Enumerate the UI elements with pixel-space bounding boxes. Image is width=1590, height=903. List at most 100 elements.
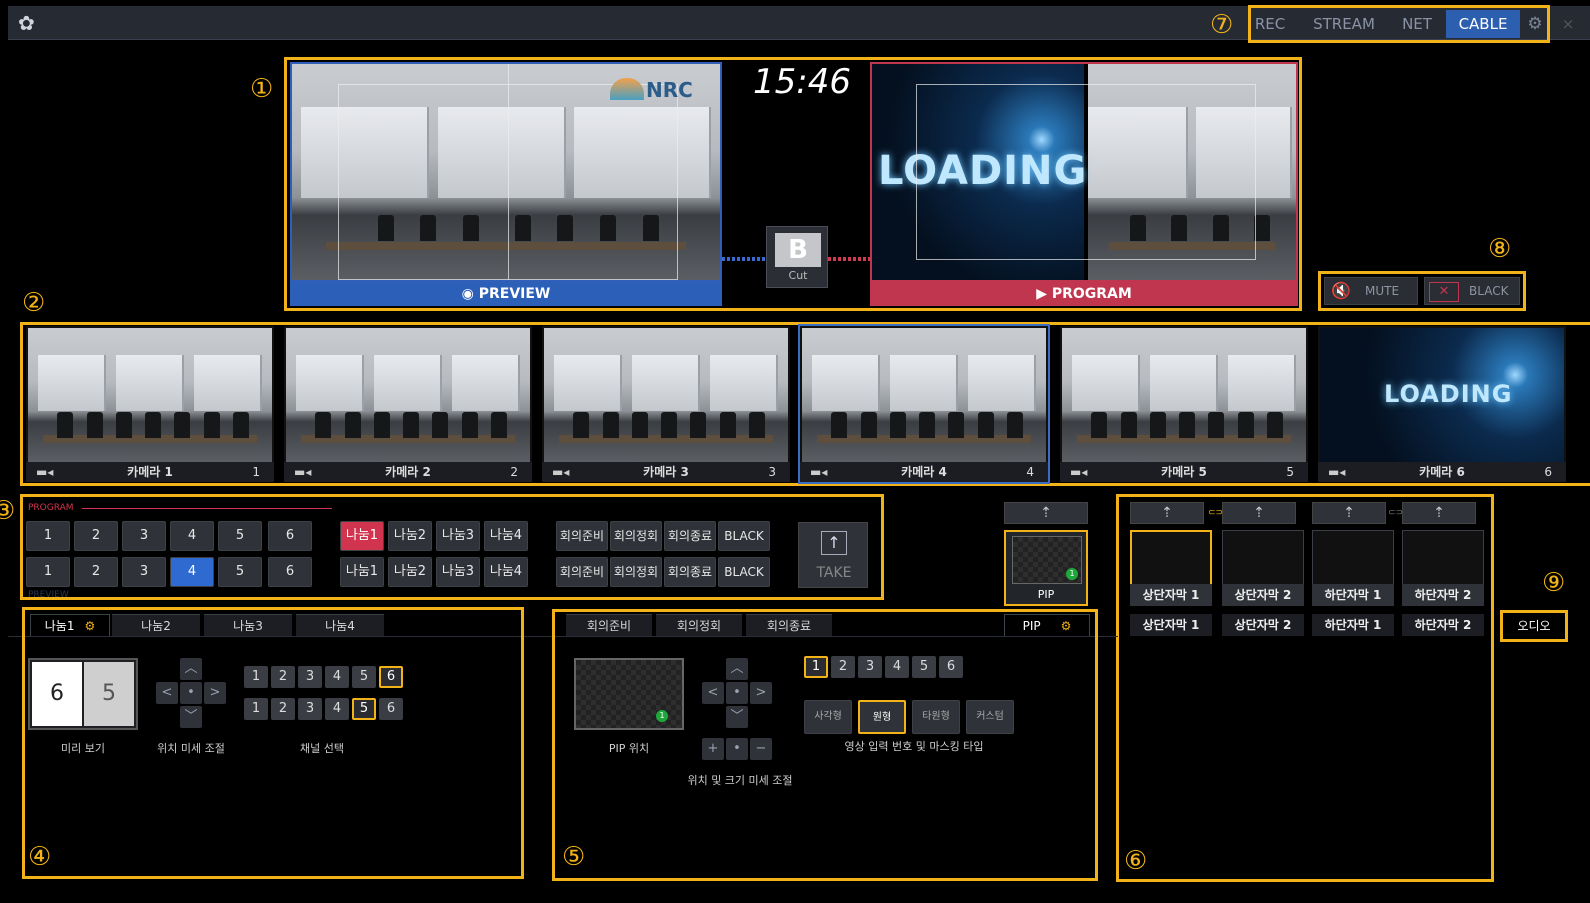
gear-icon[interactable]: ⚙ — [84, 619, 95, 633]
split-row1-channel-3[interactable]: 3 — [298, 666, 322, 688]
caption-upload-button-2[interactable]: ⇡ — [1222, 502, 1296, 524]
preview-source-2-button[interactable]: 2 — [74, 557, 118, 587]
pip-mask-1-button[interactable]: 사각형 — [804, 700, 852, 734]
preview-source-3-button[interactable]: 3 — [122, 557, 166, 587]
camera-thumbnail-5[interactable]: ▬◂ 카메라 55 — [1060, 326, 1308, 482]
pip-input-5-button[interactable]: 5 — [912, 656, 936, 678]
caption-label-2[interactable]: 상단자막 2 — [1222, 584, 1304, 606]
caption-slot-1[interactable] — [1130, 530, 1212, 586]
preview-scene-2-button[interactable]: 회의정회 — [610, 557, 662, 587]
program-scene-4-button[interactable]: BLACK — [718, 521, 770, 551]
program-split-1-button[interactable]: 나눔1 — [340, 521, 384, 551]
split-row2-channel-3[interactable]: 3 — [298, 698, 322, 720]
take-button[interactable]: ↑ TAKE — [798, 522, 868, 588]
pip-input-2-button[interactable]: 2 — [831, 656, 855, 678]
camera-thumbnail-1[interactable]: ▬◂ 카메라 11 — [26, 326, 274, 482]
pip-mask-3-button[interactable]: 타원형 — [912, 700, 960, 734]
caption-tab-2[interactable]: 상단자막 2 — [1222, 614, 1304, 636]
caption-link-icon-2[interactable]: ⊂⊃ — [1388, 508, 1403, 518]
split-center-icon[interactable]: • — [180, 682, 202, 704]
program-scene-2-button[interactable]: 회의정회 — [610, 521, 662, 551]
preview-scene-4-button[interactable]: BLACK — [718, 557, 770, 587]
program-split-3-button[interactable]: 나눔3 — [436, 521, 480, 551]
pip-down-arrow-icon[interactable]: ﹀ — [726, 706, 748, 728]
caption-upload-button-4[interactable]: ⇡ — [1402, 502, 1476, 524]
split-row1-channel-5[interactable]: 5 — [352, 666, 376, 688]
split-right-arrow-icon[interactable]: > — [204, 682, 226, 704]
pip-input-3-button[interactable]: 3 — [858, 656, 882, 678]
pip-center-icon[interactable]: • — [726, 682, 748, 704]
split-row2-channel-6[interactable]: 6 — [379, 698, 403, 720]
pip-mask-4-button[interactable]: 커스텀 — [966, 700, 1014, 734]
caption-label-1[interactable]: 상단자막 1 — [1130, 584, 1212, 606]
program-source-3-button[interactable]: 3 — [122, 521, 166, 551]
camera-thumbnail-2[interactable]: ▬◂ 카메라 22 — [284, 326, 532, 482]
split-row1-channel-1[interactable]: 1 — [244, 666, 268, 688]
program-source-2-button[interactable]: 2 — [74, 521, 118, 551]
split-tab-4[interactable]: 나눔4 — [296, 614, 384, 636]
preview-scene-1-button[interactable]: 회의준비 — [556, 557, 608, 587]
program-source-6-button[interactable]: 6 — [268, 521, 312, 551]
split-row1-channel-6[interactable]: 6 — [379, 666, 403, 688]
preview-split-1-button[interactable]: 나눔1 — [340, 557, 384, 587]
camera-thumbnail-4[interactable]: ▬◂ 카메라 44 — [798, 324, 1050, 484]
pip-panel-tab-3[interactable]: 회의종료 — [746, 614, 832, 636]
gear-icon[interactable]: ⚙ — [1061, 619, 1072, 633]
pip-plus-icon[interactable]: + — [702, 738, 724, 760]
audio-tab[interactable]: 오디오 — [1504, 614, 1564, 638]
caption-slot-2[interactable] — [1222, 530, 1304, 586]
preview-split-4-button[interactable]: 나눔4 — [484, 557, 528, 587]
pip-panel-tab-2[interactable]: 회의정회 — [656, 614, 742, 636]
caption-link-icon-1[interactable]: ⊂⊃ — [1208, 508, 1223, 518]
preview-split-3-button[interactable]: 나눔3 — [436, 557, 480, 587]
black-button[interactable]: ✕ BLACK — [1424, 277, 1520, 305]
program-scene-1-button[interactable]: 회의준비 — [556, 521, 608, 551]
pip-input-4-button[interactable]: 4 — [885, 656, 909, 678]
split-up-arrow-icon[interactable]: ︿ — [180, 658, 202, 680]
caption-slot-4[interactable] — [1402, 530, 1484, 586]
caption-label-3[interactable]: 하단자막 1 — [1312, 584, 1394, 606]
split-row2-channel-2[interactable]: 2 — [271, 698, 295, 720]
caption-tab-3[interactable]: 하단자막 1 — [1312, 614, 1394, 636]
preview-source-5-button[interactable]: 5 — [218, 557, 262, 587]
caption-upload-button-3[interactable]: ⇡ — [1312, 502, 1386, 524]
caption-slot-3[interactable] — [1312, 530, 1394, 586]
pip-panel-tab-pip[interactable]: PIP ⚙ — [1004, 614, 1090, 636]
pip-center2-icon[interactable]: • — [726, 738, 748, 760]
pip-minus-icon[interactable]: − — [750, 738, 772, 760]
split-tab-3[interactable]: 나눔3 — [204, 614, 292, 636]
split-row2-channel-5[interactable]: 5 — [352, 698, 376, 720]
preview-source-6-button[interactable]: 6 — [268, 557, 312, 587]
program-source-5-button[interactable]: 5 — [218, 521, 262, 551]
program-source-4-button[interactable]: 4 — [170, 521, 214, 551]
camera-thumbnail-6[interactable]: LOADING ▬◂ 카메라 66 — [1318, 326, 1566, 482]
split-down-arrow-icon[interactable]: ﹀ — [180, 706, 202, 728]
preview-split-2-button[interactable]: 나눔2 — [388, 557, 432, 587]
program-split-2-button[interactable]: 나눔2 — [388, 521, 432, 551]
caption-label-4[interactable]: 하단자막 2 — [1402, 584, 1484, 606]
pip-upload-button[interactable]: ⇡ — [1004, 502, 1088, 524]
pip-input-6-button[interactable]: 6 — [939, 656, 963, 678]
pip-toggle-button[interactable]: 1 PIP — [1004, 530, 1088, 606]
split-row2-channel-1[interactable]: 1 — [244, 698, 268, 720]
program-source-1-button[interactable]: 1 — [26, 521, 70, 551]
pip-left-arrow-icon[interactable]: < — [702, 682, 724, 704]
close-icon[interactable]: × — [1558, 10, 1578, 38]
preview-source-1-button[interactable]: 1 — [26, 557, 70, 587]
split-row1-channel-2[interactable]: 2 — [271, 666, 295, 688]
preview-scene-3-button[interactable]: 회의종료 — [664, 557, 716, 587]
split-row1-channel-4[interactable]: 4 — [325, 666, 349, 688]
pip-panel-tab-1[interactable]: 회의준비 — [566, 614, 652, 636]
pip-mask-2-button[interactable]: 원형 — [858, 700, 906, 734]
split-tab-2[interactable]: 나눔2 — [112, 614, 200, 636]
preview-source-4-button[interactable]: 4 — [170, 557, 214, 587]
transition-button[interactable]: B Cut — [766, 226, 828, 288]
pip-position-preview[interactable]: 1 — [574, 658, 684, 730]
caption-tab-4[interactable]: 하단자막 2 — [1402, 614, 1484, 636]
camera-thumbnail-3[interactable]: ▬◂ 카메라 33 — [542, 326, 790, 482]
pip-input-1-button[interactable]: 1 — [804, 656, 828, 678]
split-row2-channel-4[interactable]: 4 — [325, 698, 349, 720]
caption-upload-button-1[interactable]: ⇡ — [1130, 502, 1204, 524]
split-left-arrow-icon[interactable]: < — [156, 682, 178, 704]
split-tab-1[interactable]: 나눔1 ⚙ — [30, 614, 110, 636]
